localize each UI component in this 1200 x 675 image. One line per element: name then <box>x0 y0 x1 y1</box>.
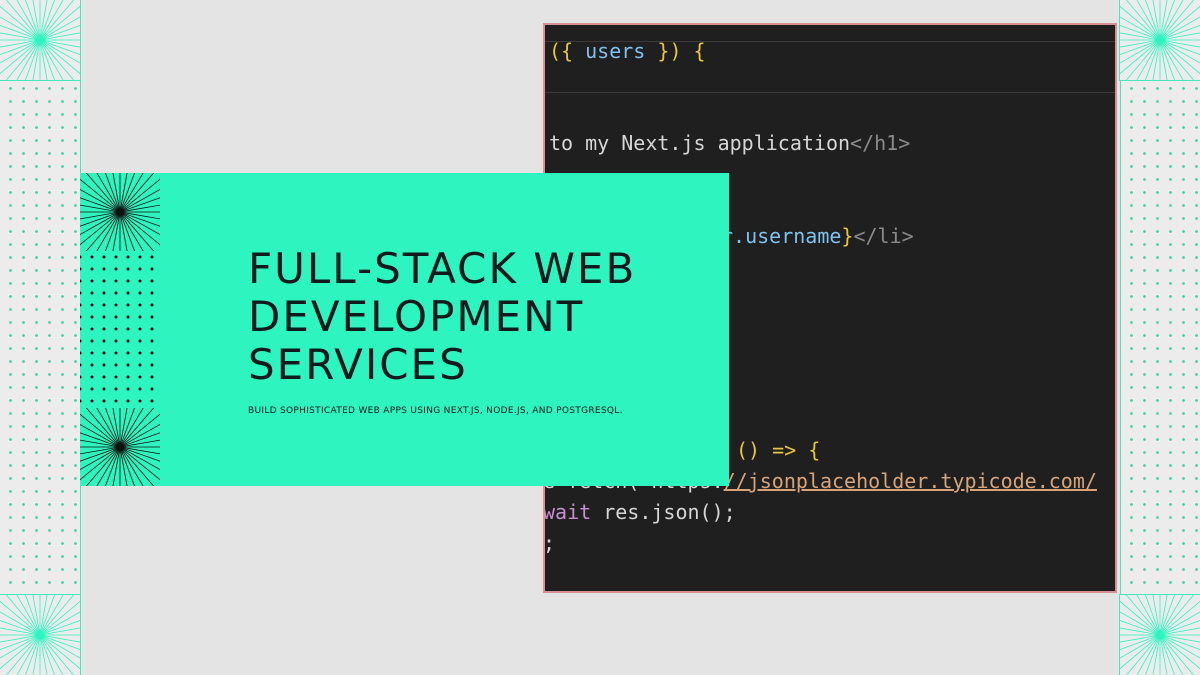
banner-title: FULL-STACK WEB DEVELOPMENT SERVICES <box>248 245 718 389</box>
sunburst-icon <box>0 594 81 675</box>
code-line: ({ users }) { <box>549 39 706 63</box>
code-line: () => { <box>736 438 821 462</box>
left-dot-strip <box>0 0 81 675</box>
sunburst-icon <box>0 0 81 81</box>
code-line: r.username}</li> <box>721 224 914 248</box>
right-dot-strip <box>1120 0 1200 675</box>
sunburst-icon <box>80 408 160 486</box>
sunburst-icon <box>80 173 160 251</box>
banner-title-line: SERVICES <box>248 340 468 389</box>
banner-subtitle: BUILD SOPHISTICATED WEB APPS USING NEXT.… <box>248 406 623 416</box>
code-line: ; <box>543 531 556 555</box>
sunburst-icon <box>1119 0 1200 81</box>
banner-title-line: DEVELOPMENT <box>248 292 585 341</box>
code-line: wait res.json(); <box>543 500 736 524</box>
hero-banner: FULL-STACK WEB DEVELOPMENT SERVICES BUIL… <box>160 173 729 486</box>
sunburst-icon <box>1119 594 1200 675</box>
code-line: to my Next.js application</h1> <box>549 131 911 155</box>
banner-title-line: FULL-STACK WEB <box>248 244 637 293</box>
